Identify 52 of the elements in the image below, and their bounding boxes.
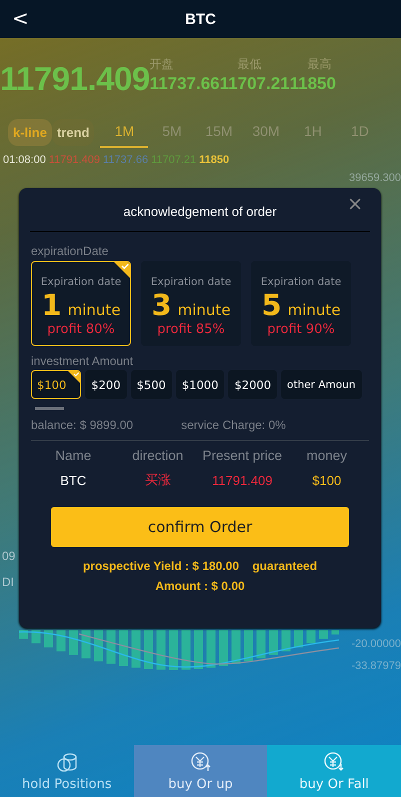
- balance-text: balance: $ 9899.00: [31, 418, 134, 432]
- kline-time: 01:08:00: [3, 154, 46, 166]
- column-header: Name: [54, 449, 92, 463]
- back-button[interactable]: <: [8, 6, 33, 30]
- amount-option[interactable]: other Amoun: [281, 370, 362, 399]
- check-corner-icon: [68, 371, 80, 383]
- nav-tab[interactable]: buy Or up: [134, 745, 268, 797]
- amount-option[interactable]: $200: [85, 370, 127, 399]
- axis-label: -20.00000: [351, 638, 401, 650]
- column-header: direction: [131, 449, 184, 463]
- section-label: investment Amount: [31, 354, 134, 368]
- table-cell-text: 11791.409: [211, 472, 274, 488]
- column-header: Present price: [201, 449, 284, 463]
- service-charge-text: service Charge: 0%: [181, 418, 286, 432]
- yen-up-icon: [190, 752, 210, 772]
- expiration-option[interactable]: Expiration date 1 minute profit 80%: [31, 261, 131, 346]
- kline-value: 11737.66: [103, 154, 148, 166]
- axis-label: 09: [2, 549, 16, 563]
- axis-label: DI: [2, 575, 14, 589]
- table-cell-text: 买涨: [144, 471, 172, 489]
- stat-label: 最低: [236, 56, 263, 73]
- axis-label: 39659.300: [349, 172, 401, 184]
- confirm-button[interactable]: confirm Order: [51, 507, 349, 547]
- axis-label: -33.87979: [351, 660, 401, 672]
- yen-down-icon: [324, 752, 344, 772]
- stat-label: 最高: [306, 56, 333, 73]
- nav-tab[interactable]: buy Or Fall: [267, 745, 401, 797]
- kline-value: 11791.409: [48, 154, 100, 166]
- amount-option[interactable]: $500: [130, 370, 172, 399]
- page-title: BTC: [185, 10, 216, 28]
- amount-option[interactable]: $100: [31, 370, 82, 399]
- stat-value: 11850: [290, 74, 336, 94]
- expiration-option[interactable]: Expiration date 3 minute profit 85%: [141, 261, 241, 346]
- table-cell-text: BTC: [59, 472, 88, 488]
- stat-value: 11737.66: [150, 74, 220, 94]
- table-cell-text: $100: [311, 472, 342, 488]
- kline-value: 11850: [199, 154, 230, 166]
- stat-label: 开盘: [150, 56, 175, 73]
- yield-text: prospective Yield : $ 180.00 guaranteed Amount : $ 0.00: [82, 558, 318, 595]
- amount-option[interactable]: $2000: [228, 370, 278, 399]
- chart-mode-tab[interactable]: trend: [52, 118, 94, 146]
- stat-value: 11707.21: [220, 74, 290, 94]
- period-tab[interactable]: 1M: [100, 116, 148, 148]
- expiration-option[interactable]: Expiration date 5 minute profit 90%: [251, 261, 351, 346]
- coins-icon: [56, 752, 77, 772]
- last-price: 11791.409: [0, 60, 150, 98]
- amount-option[interactable]: $1000: [176, 370, 224, 399]
- section-label: expirationDate: [31, 244, 110, 258]
- column-header: money: [305, 449, 348, 463]
- check-corner-icon: [114, 262, 130, 278]
- nav-tab[interactable]: hold Positions: [0, 745, 134, 797]
- close-button[interactable]: ×: [341, 192, 369, 216]
